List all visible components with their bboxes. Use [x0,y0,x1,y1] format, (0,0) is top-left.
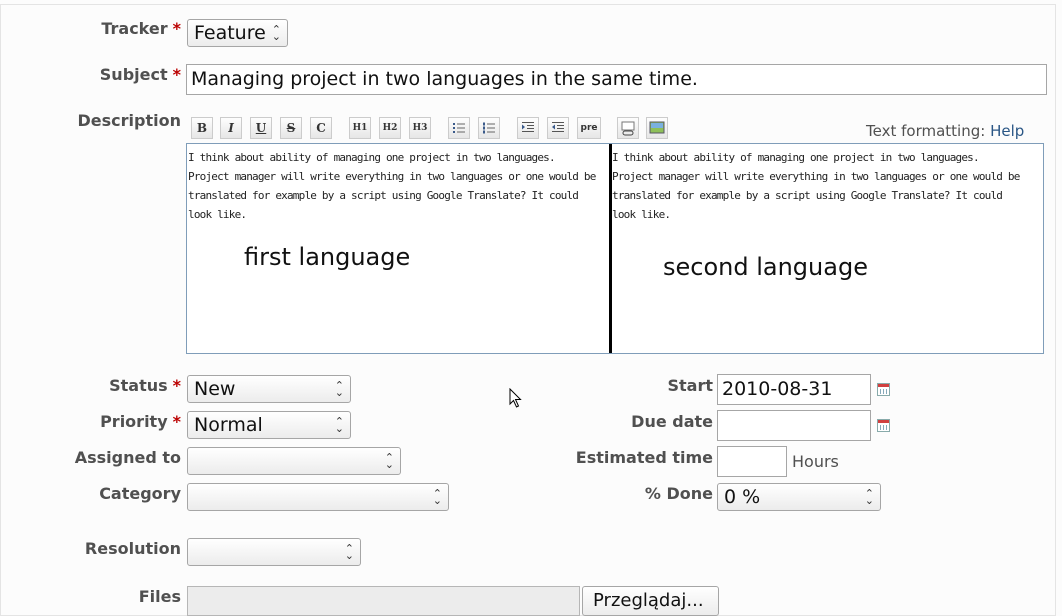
select-arrows-icon: ⌃ ⌄ [334,379,344,399]
tracker-label: Tracker * [101,19,181,38]
help-link[interactable]: Help [990,122,1024,140]
image-icon [649,121,665,134]
bold-button[interactable]: B [191,117,213,139]
status-label: Status * [109,376,181,395]
select-arrows-icon: ⌃ ⌄ [271,23,281,43]
ordered-list-icon [483,122,495,134]
calendar-icon[interactable] [877,419,890,432]
priority-label: Priority * [100,412,181,431]
first-language-caption: first language [244,243,411,271]
image-button[interactable] [646,117,668,139]
file-path-input[interactable] [187,586,580,616]
select-arrows-icon: ⌃ ⌄ [432,487,442,507]
indent-right-icon [522,122,534,132]
estimated-time-label: Estimated time [575,448,713,467]
description-editor[interactable]: I think about ability of managing one pr… [186,143,1044,354]
due-date-label: Due date [631,412,713,431]
wiki-link-button[interactable] [617,117,639,139]
browse-button[interactable]: Przeglądaj... [582,586,719,616]
heading2-button[interactable]: H2 [379,117,401,139]
start-label: Start [667,376,713,395]
italic-button[interactable]: I [220,117,242,139]
indent-right-button[interactable] [517,117,539,139]
heading1-button[interactable]: H1 [349,117,371,139]
hours-unit: Hours [792,452,839,471]
tracker-select[interactable]: Feature ⌃ ⌄ [187,19,288,47]
underline-button[interactable]: U [250,117,272,139]
subject-input[interactable]: Managing project in two languages in the… [186,64,1047,95]
done-ratio-select[interactable]: 0 % ⌃ ⌄ [717,483,881,511]
subject-label: Subject * [99,65,181,84]
select-arrows-icon: ⌃ ⌄ [334,415,344,435]
calendar-icon[interactable] [877,383,890,396]
indent-left-icon [552,122,564,132]
due-date-input[interactable] [717,410,871,441]
category-select[interactable]: ⌃ ⌄ [187,483,449,511]
category-label: Category [99,484,181,503]
select-arrows-icon: ⌃ ⌄ [864,487,874,507]
assigned-to-label: Assigned to [74,448,181,467]
code-button[interactable]: C [310,117,332,139]
second-language-caption: second language [663,253,868,281]
text-formatting-label: Text formatting: Help [866,122,1025,140]
select-arrows-icon: ⌃ ⌄ [344,542,354,562]
priority-select[interactable]: Normal ⌃ ⌄ [187,411,351,439]
resolution-label: Resolution [84,539,181,558]
unordered-list-button[interactable] [448,117,470,139]
description-text-right[interactable]: I think about ability of managing one pr… [612,148,1020,224]
link-icon [621,121,635,136]
select-arrows-icon: ⌃ ⌄ [384,451,394,471]
strikethrough-button[interactable]: S [280,117,302,139]
description-text-left[interactable]: I think about ability of managing one pr… [188,148,596,224]
estimated-time-input[interactable] [717,446,787,477]
files-label: Files [138,587,181,606]
done-ratio-label: % Done [644,484,713,503]
assigned-to-select[interactable]: ⌃ ⌄ [187,447,401,475]
indent-left-button[interactable] [547,117,569,139]
heading3-button[interactable]: H3 [409,117,431,139]
start-date-input[interactable]: 2010-08-31 [717,374,871,405]
unordered-list-icon [453,123,465,133]
preformatted-button[interactable]: pre [577,117,601,139]
status-select[interactable]: New ⌃ ⌄ [187,375,351,403]
ordered-list-button[interactable] [478,117,500,139]
mouse-cursor-icon [509,388,522,408]
description-label: Description [77,111,181,130]
resolution-select[interactable]: ⌃ ⌄ [187,538,361,566]
